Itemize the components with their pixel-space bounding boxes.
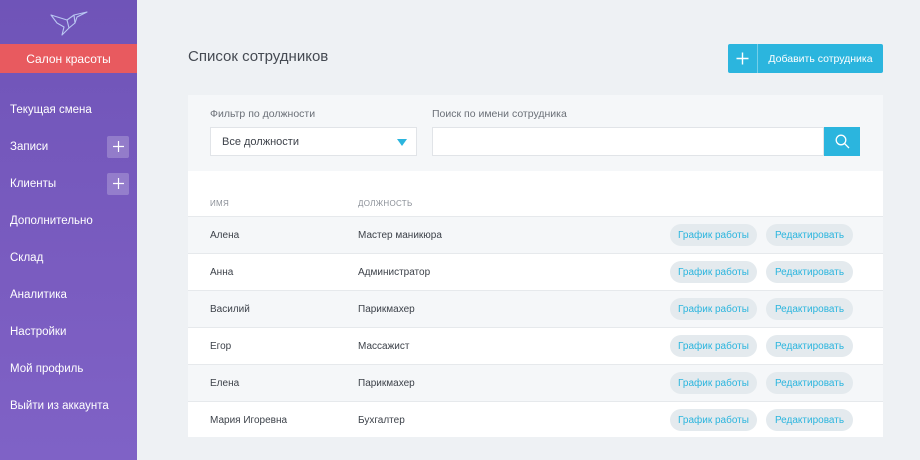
table-row: Анна Администратор График работы Редактиров… [188, 253, 883, 290]
position-filter-value: Все должности [222, 135, 299, 148]
plus-icon [728, 44, 758, 73]
hummingbird-logo-icon[interactable] [0, 0, 137, 44]
employee-name: Анна [210, 266, 234, 278]
table-row: Елена Парикмахер График работы Редактироват… [188, 364, 883, 401]
employee-position: Массажист [358, 340, 410, 352]
employee-name: Василий [210, 303, 250, 315]
table-row: Мария Игоревна Бухгалтер График работы Реда… [188, 401, 883, 438]
sidebar-item[interactable]: Аналитика [0, 276, 137, 313]
schedule-button[interactable]: График работы [670, 298, 757, 320]
employee-position: Мастер маникюра [358, 229, 442, 241]
edit-button[interactable]: Редактировать [766, 372, 853, 394]
position-filter-label: Фильтр по должности [210, 108, 316, 120]
sidebar-item-label: Аналитика [10, 288, 67, 301]
plus-icon[interactable] [107, 135, 129, 158]
sidebar-item[interactable]: Дополнительно [0, 202, 137, 239]
schedule-button[interactable]: График работы [670, 335, 757, 357]
employee-name: Алена [210, 229, 240, 241]
sidebar-item-label: Выйти из аккаунта [10, 399, 109, 412]
employee-position: Бухгалтер [358, 414, 405, 426]
column-header-name: имя [210, 199, 230, 208]
table-row: Василий Парикмахер График работы Редактиров… [188, 290, 883, 327]
schedule-button[interactable]: График работы [670, 224, 757, 246]
search-input[interactable] [432, 127, 824, 156]
sidebar-item[interactable]: Мой профиль [0, 350, 137, 387]
employee-name: Егор [210, 340, 232, 352]
add-employee-button[interactable]: Добавить сотрудника [728, 44, 883, 73]
sidebar-item-label: Склад [10, 251, 44, 264]
sidebar: Салон красоты Текущая смена Записи Клиенты… [0, 0, 137, 460]
edit-button[interactable]: Редактировать [766, 409, 853, 431]
search-label: Поиск по имени сотрудника [432, 108, 567, 120]
sidebar-item-label: Дополнительно [10, 214, 93, 227]
filter-panel: Фильтр по должности Все должности Поиск … [188, 95, 883, 171]
table-row: Алена Мастер маникюра График работы Редакти… [188, 216, 883, 253]
schedule-button[interactable]: График работы [670, 372, 757, 394]
edit-button[interactable]: Редактировать [766, 224, 853, 246]
employee-position: Администратор [358, 266, 431, 278]
sidebar-item[interactable]: Клиенты [0, 165, 137, 202]
employee-name: Мария Игоревна [210, 414, 288, 426]
edit-button[interactable]: Редактировать [766, 298, 853, 320]
salon-button[interactable]: Салон красоты [0, 44, 137, 73]
employee-position: Парикмахер [358, 377, 415, 389]
sidebar-item-label: Текущая смена [10, 103, 92, 116]
sidebar-item[interactable]: Выйти из аккаунта [0, 387, 137, 424]
sidebar-item-label: Настройки [10, 325, 67, 338]
employee-table: имя должность Алена Мастер маникюра График… [188, 171, 883, 437]
edit-button[interactable]: Редактировать [766, 261, 853, 283]
plus-icon[interactable] [107, 172, 129, 195]
sidebar-item[interactable]: Настройки [0, 313, 137, 350]
schedule-button[interactable]: График работы [670, 261, 757, 283]
sidebar-item[interactable]: Записи [0, 128, 137, 165]
edit-button[interactable]: Редактировать [766, 335, 853, 357]
page-title: Список сотрудников [188, 48, 329, 65]
sidebar-item[interactable]: Склад [0, 239, 137, 276]
sidebar-item-label: Клиенты [10, 177, 57, 190]
add-employee-label: Добавить сотрудника [768, 52, 873, 65]
position-filter-select[interactable]: Все должности [210, 127, 417, 156]
sidebar-item-label: Записи [10, 140, 49, 153]
column-header-position: должность [358, 199, 413, 208]
search-button[interactable] [824, 127, 860, 156]
schedule-button[interactable]: График работы [670, 409, 757, 431]
employee-position: Парикмахер [358, 303, 415, 315]
search-icon [835, 134, 849, 149]
sidebar-item[interactable]: Текущая смена [0, 91, 137, 128]
table-row: Егор Массажист График работы Редактировать [188, 327, 883, 364]
employee-name: Елена [210, 377, 240, 389]
chevron-down-icon [397, 139, 407, 146]
sidebar-item-label: Мой профиль [10, 362, 84, 375]
